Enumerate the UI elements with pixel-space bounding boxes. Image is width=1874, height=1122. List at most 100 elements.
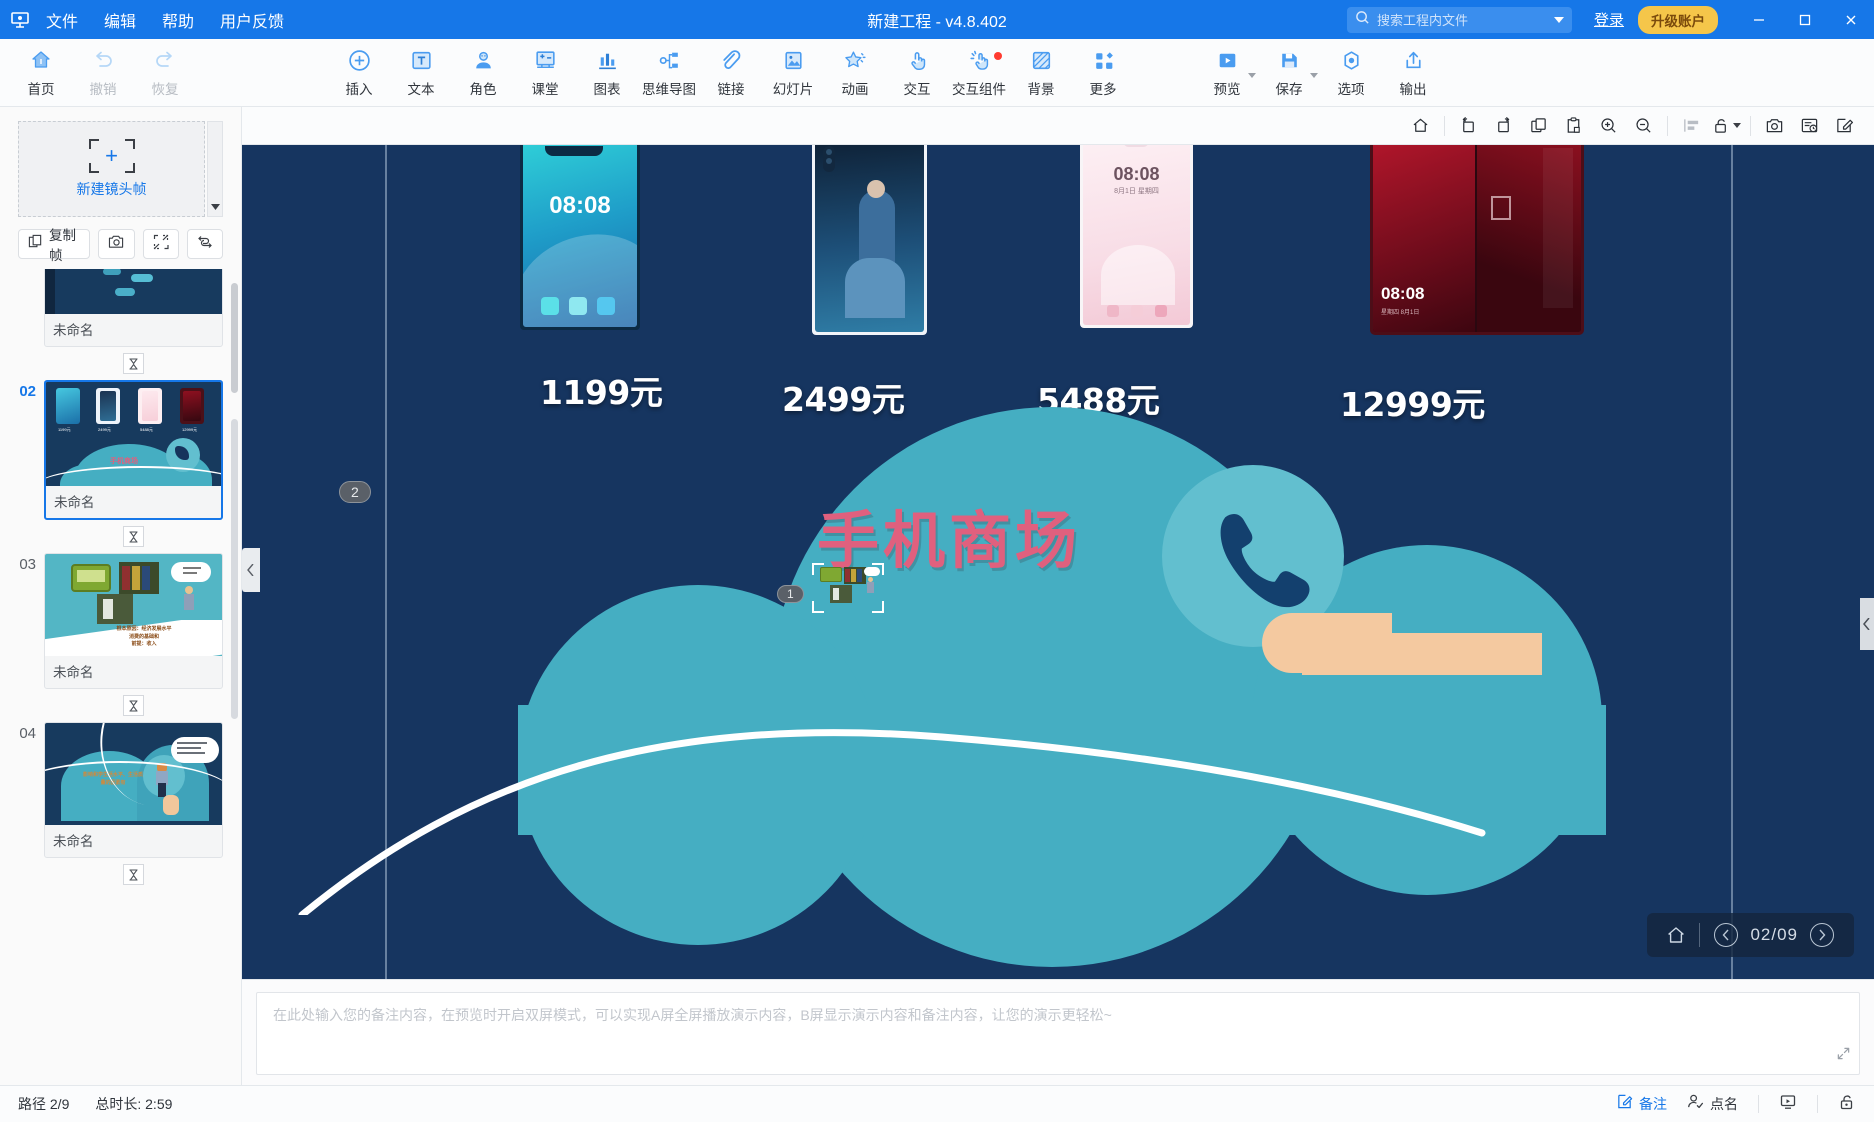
object-marker-1[interactable]: 1 [777, 585, 804, 603]
new-frame-dropdown[interactable] [207, 121, 223, 217]
ribbon-more[interactable]: 更多 [1072, 47, 1134, 98]
list-item[interactable]: 04 影响和学生活水平、生活质 量的因素有 未命名 [12, 722, 223, 858]
fit-frame-button[interactable] [143, 229, 179, 259]
frame-name[interactable]: 未命名 [45, 314, 222, 346]
price-label-1[interactable]: 1199元 [540, 366, 663, 414]
canvas-home-button[interactable] [1403, 111, 1438, 141]
new-frame-button[interactable]: + 新建镜头帧 [18, 121, 205, 217]
chevron-down-icon[interactable] [1553, 16, 1564, 23]
align-button[interactable] [1674, 111, 1709, 141]
hourglass-icon[interactable] [123, 526, 144, 547]
chevron-down-icon[interactable] [1310, 73, 1318, 78]
ribbon-link[interactable]: 链接 [700, 47, 762, 98]
presenter-screen-button[interactable] [1779, 1093, 1797, 1116]
frame-card[interactable]: 影响和学生活水平、生活质 量的因素有 未命名 [44, 722, 223, 858]
ribbon-interactive-component[interactable]: 交互组件 [948, 47, 1010, 98]
ribbon-slide[interactable]: 幻灯片 [762, 47, 824, 98]
maximize-icon[interactable] [1782, 0, 1828, 39]
canvas-nav-bar[interactable]: 02/09 [1647, 913, 1854, 957]
hourglass-icon[interactable] [123, 864, 144, 885]
lock-toggle-button[interactable] [1709, 111, 1744, 141]
ribbon-mindmap[interactable]: 思维导图 [638, 47, 700, 98]
edit-button[interactable] [1827, 111, 1862, 141]
phone-thumb-2[interactable] [812, 145, 927, 335]
paste-button[interactable] [1556, 111, 1591, 141]
price-label-2[interactable]: 2499元 [782, 373, 905, 421]
timeline-button[interactable] [1792, 111, 1827, 141]
ribbon-classroom[interactable]: 课堂 [514, 47, 576, 98]
ribbon-home[interactable]: 首页 [10, 47, 72, 98]
canvas-nav-home[interactable] [1653, 913, 1699, 957]
rotate-left-button[interactable] [1451, 111, 1486, 141]
menu-item-feedback[interactable]: 用户反馈 [220, 8, 284, 32]
chevron-down-icon[interactable] [1733, 123, 1741, 128]
roll-call-button[interactable]: 点名 [1687, 1093, 1738, 1115]
ribbon-insert[interactable]: 插入 [328, 47, 390, 98]
chevron-left-icon[interactable] [1714, 923, 1739, 947]
copy-button[interactable] [1521, 111, 1556, 141]
list-item[interactable]: 02 1199元 2499元 5488元 12999元 手机商场 未命名 [12, 380, 223, 520]
frame-timing-separator[interactable] [12, 689, 223, 722]
hourglass-icon[interactable] [123, 695, 144, 716]
right-collapse-tab[interactable] [1860, 598, 1874, 650]
frame-name[interactable]: 未命名 [46, 486, 221, 518]
selected-object-group[interactable] [820, 567, 880, 609]
frame-timing-separator[interactable] [12, 347, 223, 380]
frames-scrollbar-track[interactable] [231, 419, 238, 719]
zoom-in-button[interactable] [1591, 111, 1626, 141]
ribbon-options[interactable]: 选项 [1320, 47, 1382, 98]
menu-item-file[interactable]: 文件 [46, 8, 78, 32]
menu-item-edit[interactable]: 编辑 [104, 8, 136, 32]
phone-thumb-4[interactable]: 08:08 星期四 8月1日 [1370, 145, 1584, 335]
chevron-left-icon [247, 564, 254, 576]
lock-button[interactable] [1838, 1093, 1856, 1116]
ribbon-chart[interactable]: 图表 [576, 47, 638, 98]
search-input[interactable]: 搜索工程内文件 [1346, 6, 1572, 33]
frames-scrollbar-thumb[interactable] [231, 283, 238, 393]
ribbon-preview[interactable]: 预览 [1196, 47, 1258, 98]
duplicate-frame-button[interactable]: 复制帧 [18, 228, 90, 263]
zoom-out-button[interactable] [1626, 111, 1661, 141]
chevron-down-icon[interactable] [1248, 73, 1256, 78]
frame-name[interactable]: 未命名 [45, 656, 222, 688]
price-label-4[interactable]: 12999元 [1340, 378, 1485, 426]
ribbon-interaction[interactable]: 交互 [886, 47, 948, 98]
hourglass-icon[interactable] [123, 353, 144, 374]
ribbon-undo[interactable]: 撤销 [72, 47, 134, 98]
login-button[interactable]: 登录 [1594, 9, 1624, 30]
notes-input[interactable]: 在此处输入您的备注内容，在预览时开启双屏模式，可以实现A屏全屏播放演示内容，B屏… [256, 992, 1860, 1075]
ribbon-character[interactable]: 角色 [452, 47, 514, 98]
ribbon-animation[interactable]: 动画 [824, 47, 886, 98]
snapshot-button[interactable] [1757, 111, 1792, 141]
ribbon-background[interactable]: 背景 [1010, 47, 1072, 98]
phone-thumb-1[interactable]: 08:08 [520, 145, 640, 330]
ribbon-text[interactable]: 文本 [390, 47, 452, 98]
frame-card[interactable]: 根本原因：经济发展水平 消费的基础和 前提：收入 未命名 [44, 553, 223, 689]
frame-card[interactable]: 1199元 2499元 5488元 12999元 手机商场 未命名 [44, 380, 223, 520]
close-icon[interactable] [1828, 0, 1874, 39]
frame-timing-separator[interactable] [12, 858, 223, 891]
camera-button[interactable] [98, 229, 135, 259]
frames-list[interactable]: 01 [0, 269, 241, 1085]
frame-card[interactable]: 未命名 [44, 269, 223, 347]
reorder-frames-button[interactable] [187, 229, 223, 259]
minimize-icon[interactable] [1736, 0, 1782, 39]
ribbon-export[interactable]: 输出 [1382, 47, 1444, 98]
ribbon-redo[interactable]: 恢复 [134, 47, 196, 98]
frame-name[interactable]: 未命名 [45, 825, 222, 857]
frame-marker-2[interactable]: 2 [339, 481, 371, 503]
left-collapse-tab[interactable] [242, 548, 260, 592]
list-item[interactable]: 03 根本原因：经济发展水平 消费的基础和 前提：收入 未命名 [12, 553, 223, 689]
white-arc-path[interactable] [242, 475, 1762, 915]
chevron-right-icon[interactable] [1810, 923, 1834, 947]
list-item[interactable]: 01 [12, 269, 223, 347]
slide-canvas[interactable]: 08:08 08:08 8月1日 星期四 08:08 星期四 8月1日 1199… [242, 145, 1874, 979]
notes-toggle-button[interactable]: 备注 [1616, 1093, 1667, 1115]
frame-timing-separator[interactable] [12, 520, 223, 553]
menu-item-help[interactable]: 帮助 [162, 8, 194, 32]
rotate-right-button[interactable] [1486, 111, 1521, 141]
expand-icon[interactable] [1836, 1046, 1851, 1066]
upgrade-account-button[interactable]: 升级账户 [1638, 5, 1718, 34]
ribbon-save[interactable]: 保存 [1258, 47, 1320, 98]
phone-thumb-3[interactable]: 08:08 8月1日 星期四 [1080, 145, 1193, 328]
